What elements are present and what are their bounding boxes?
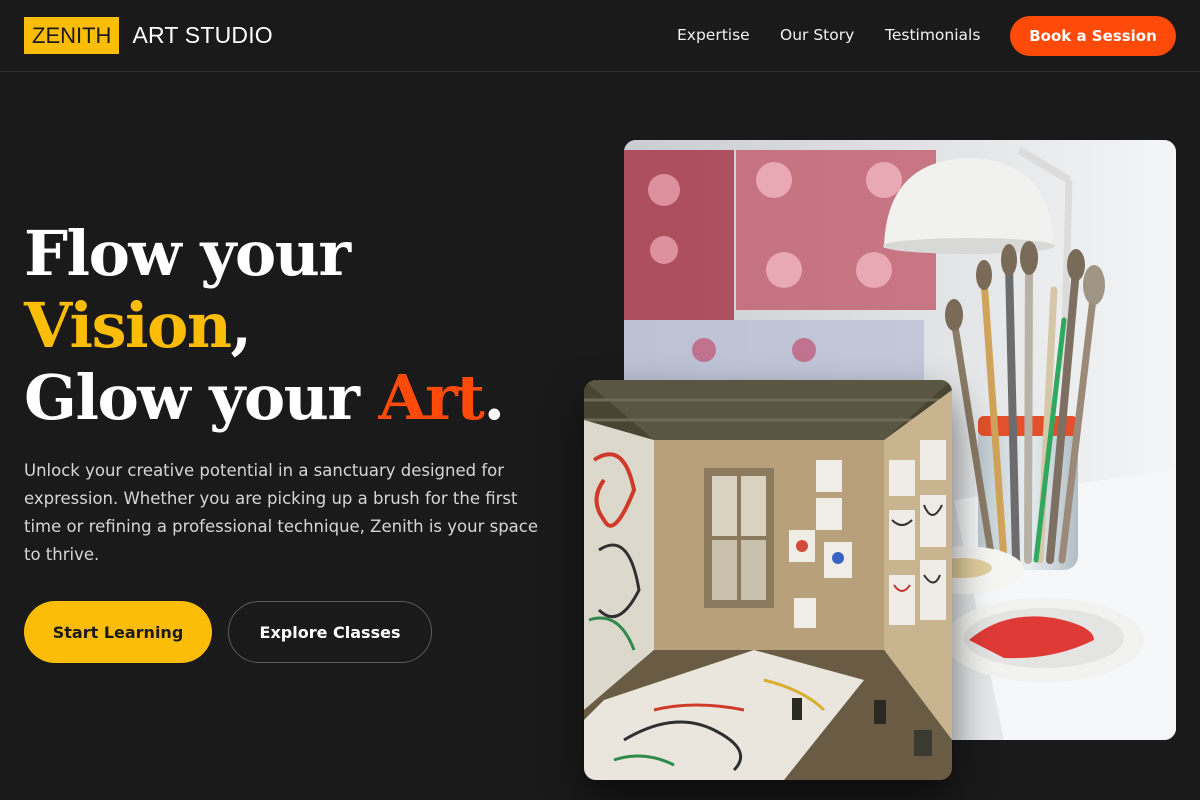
hero-highlight-art: Art [378,361,485,434]
start-learning-button[interactable]: Start Learning [24,601,212,663]
logo[interactable]: ZENITH ART STUDIO [24,17,273,54]
logo-box: ZENITH [24,17,120,54]
studio-room-image [584,380,952,780]
nav-link-testimonials[interactable]: Testimonials [885,26,980,44]
hero-line-3-punct: . [483,361,505,434]
explore-classes-button[interactable]: Explore Classes [228,601,432,663]
hero-line-1: Flow your [24,217,351,290]
hero-line-2-punct: , [230,289,252,362]
hero-description: Unlock your creative potential in a sanc… [24,461,539,564]
logo-text: ART STUDIO [132,22,273,48]
hero-line-3: Glow your [24,361,379,434]
hero-highlight-vision: Vision [24,289,232,362]
site-header: ZENITH ART STUDIO Expertise Our Story Te… [0,0,1200,72]
nav-link-expertise[interactable]: Expertise [677,26,750,44]
hero-title: Flow your Vision, Glow your Art. [24,217,505,434]
book-session-button[interactable]: Book a Session [1010,16,1176,56]
studio-room-illustration [584,380,952,780]
nav-link-our-story[interactable]: Our Story [780,26,854,44]
